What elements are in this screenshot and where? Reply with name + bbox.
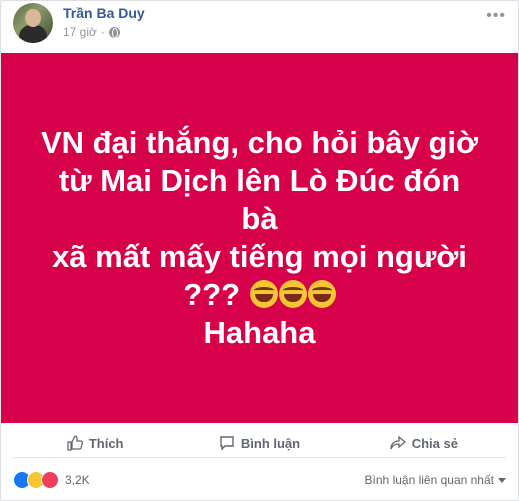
- share-button[interactable]: Chia sẻ: [342, 429, 506, 457]
- love-reaction-icon: [41, 471, 59, 489]
- reaction-count[interactable]: 3,2K: [65, 473, 90, 487]
- post-text: VN đại thắng, cho hỏi bây giờ từ Mai Dịc…: [40, 124, 480, 352]
- post-content-background: VN đại thắng, cho hỏi bây giờ từ Mai Dịc…: [1, 53, 518, 423]
- post-actions: Thích Bình luận Chia sẻ: [13, 429, 506, 458]
- post-line-4: ???: [40, 276, 480, 314]
- post-line-5: Hahaha: [203, 315, 316, 350]
- post-meta: 17 giờ ·: [63, 25, 120, 39]
- author-name[interactable]: Trần Ba Duy: [63, 5, 145, 21]
- thumbs-up-icon: [67, 435, 83, 451]
- comment-label: Bình luận: [240, 435, 301, 451]
- avatar-body: [19, 25, 47, 43]
- laughing-crying-emoji-icon: [278, 280, 307, 308]
- comment-button[interactable]: Bình luận: [177, 429, 341, 457]
- meta-separator: ·: [100, 25, 105, 39]
- post-card: Trần Ba Duy 17 giờ · ••• VN đại thắng, c…: [0, 0, 519, 501]
- post-line-2: từ Mai Dịch lên Lò Đúc đón bà: [58, 163, 461, 236]
- laughing-crying-emoji-icon: [249, 280, 278, 308]
- like-label: Thích: [88, 435, 124, 451]
- comment-icon: [220, 436, 234, 451]
- post-footer: 3,2K Bình luận liên quan nhất: [13, 463, 506, 497]
- share-label: Chia sẻ: [411, 435, 458, 451]
- post-line-3: xã mất mấy tiếng mọi người: [52, 239, 467, 274]
- share-icon: [390, 435, 406, 450]
- laughing-crying-emoji-icon: [307, 280, 336, 308]
- chevron-down-icon: [498, 477, 506, 483]
- post-line-4-text: ???: [183, 277, 241, 312]
- author-avatar[interactable]: [13, 3, 53, 43]
- post-time[interactable]: 17 giờ: [63, 25, 97, 39]
- post-header: Trần Ba Duy 17 giờ · •••: [13, 1, 506, 49]
- reaction-icons[interactable]: [13, 471, 59, 489]
- comment-sort-dropdown[interactable]: Bình luận liên quan nhất: [365, 473, 506, 487]
- comment-sort-label: Bình luận liên quan nhất: [364, 473, 494, 487]
- like-button[interactable]: Thích: [13, 429, 177, 457]
- avatar-face: [25, 9, 41, 27]
- more-options-button[interactable]: •••: [486, 7, 506, 25]
- globe-icon: [108, 26, 120, 38]
- post-line-1: VN đại thắng, cho hỏi bây giờ: [40, 125, 479, 160]
